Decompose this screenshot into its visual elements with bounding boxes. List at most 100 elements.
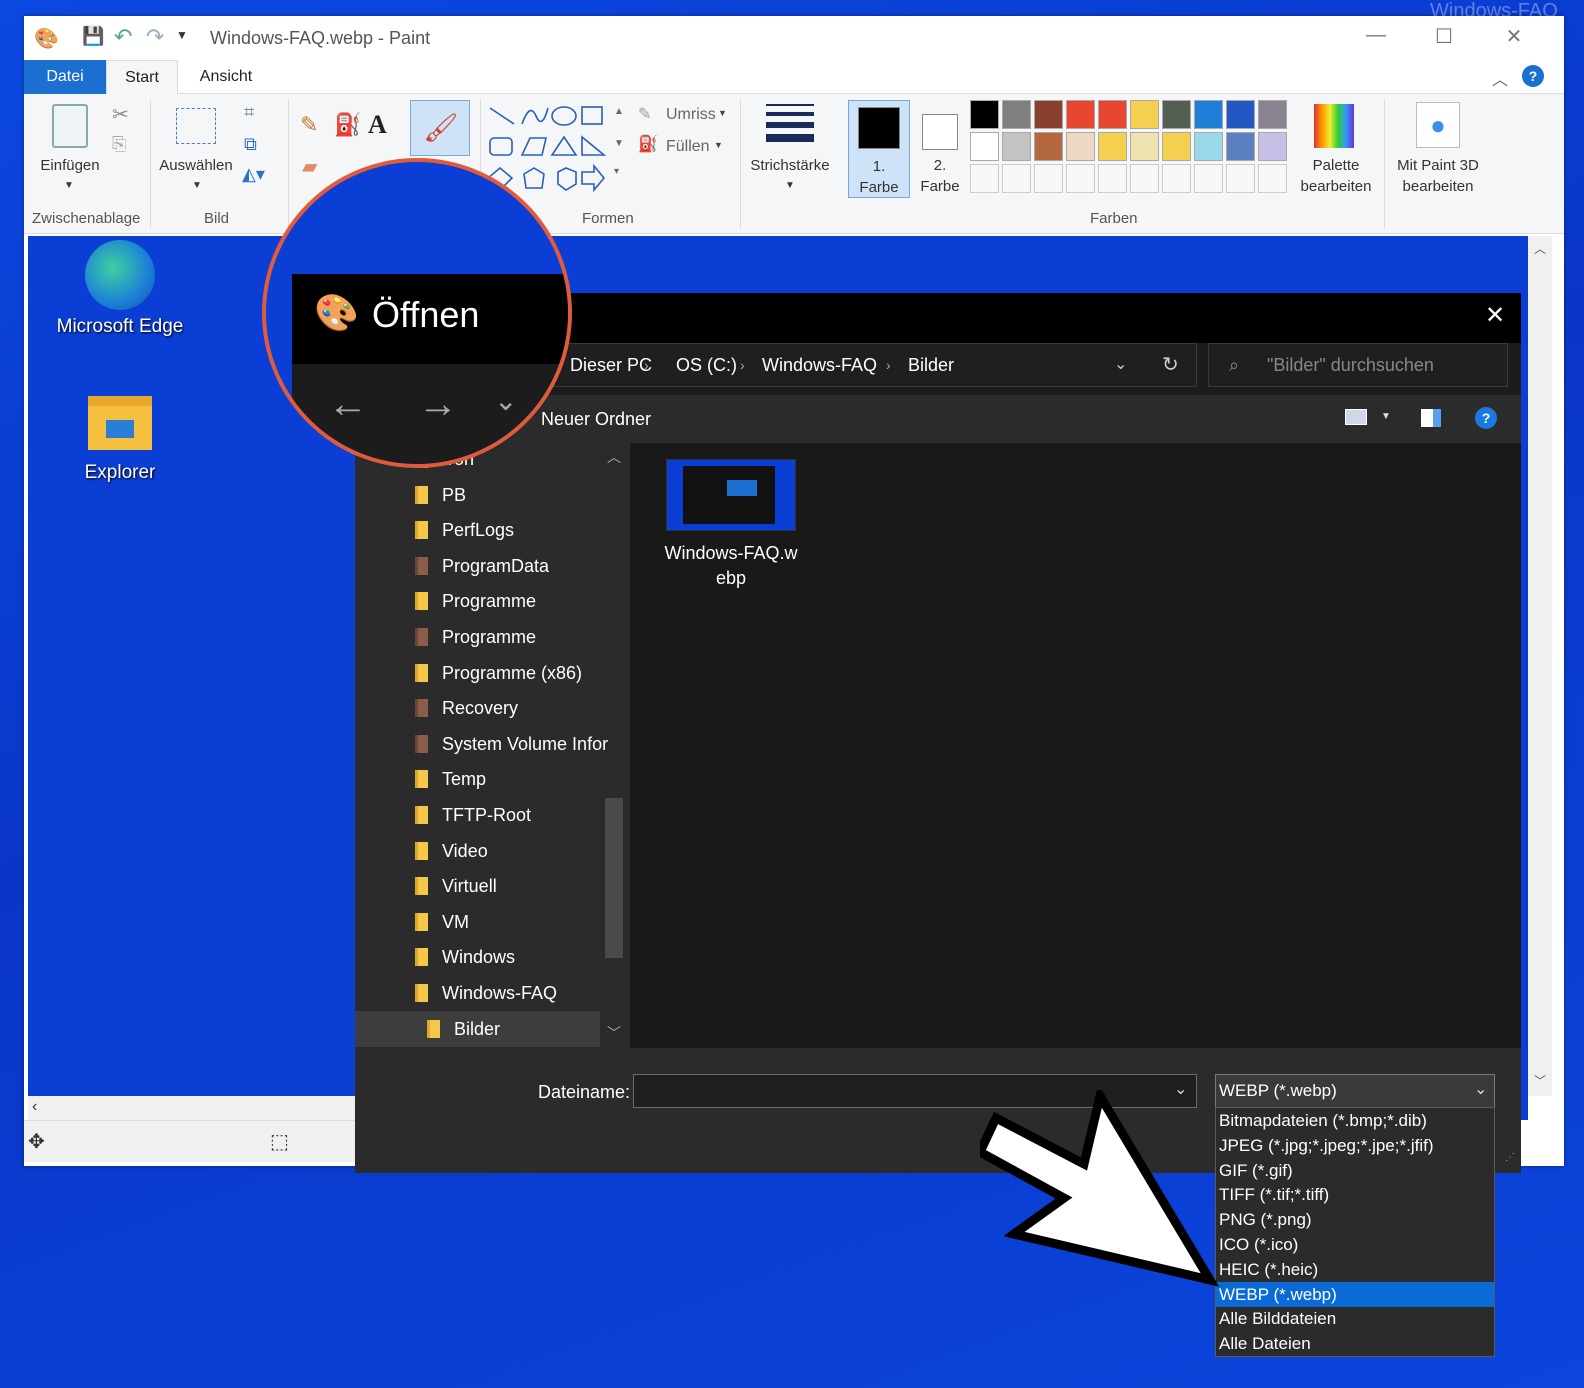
color-swatch[interactable] (1034, 132, 1063, 161)
copy-icon[interactable]: ⎘ (112, 134, 126, 155)
breadcrumb-item[interactable]: Windows-FAQ (762, 344, 877, 386)
scroll-up-icon[interactable]: ︿ (1534, 240, 1546, 257)
nav-item[interactable]: TFTP-Root (415, 797, 615, 833)
chevron-down-icon[interactable]: ▼ (785, 180, 795, 191)
nav-item[interactable]: Bilder (355, 1010, 600, 1047)
filetype-option[interactable]: GIF (*.gif) (1216, 1158, 1494, 1183)
collapse-ribbon-icon[interactable]: ︿ (1492, 66, 1508, 90)
select-button[interactable]: Auswählen (154, 156, 238, 176)
edit-palette-label-a[interactable]: Palette (1294, 156, 1378, 176)
nav-item[interactable]: Recovery (415, 690, 615, 726)
fill-button[interactable]: Füllen (666, 138, 710, 156)
nav-item[interactable]: System Volume Infor (415, 726, 615, 762)
nav-scrollbar-thumb[interactable] (605, 798, 623, 958)
custom-color-slot[interactable] (1194, 164, 1223, 193)
maximize-button[interactable]: ☐ (1424, 24, 1464, 49)
dialog-close-button[interactable]: ✕ (1485, 301, 1505, 330)
vertical-scrollbar[interactable]: ︿ ﹀ (1528, 236, 1552, 1096)
breadcrumb-item[interactable]: Bilder (908, 344, 954, 386)
scroll-up-icon[interactable]: ▲ (614, 106, 624, 117)
desktop-icon-explorer[interactable]: Explorer (30, 396, 210, 484)
color-swatch[interactable] (1258, 100, 1287, 129)
chevron-down-icon[interactable]: ▼ (192, 180, 202, 191)
color-swatch[interactable] (1002, 132, 1031, 161)
scroll-left-icon[interactable]: ‹ (32, 1098, 37, 1116)
custom-color-slot[interactable] (1066, 164, 1095, 193)
color-swatch[interactable] (1098, 100, 1127, 129)
paste-button[interactable]: Einfügen (32, 156, 108, 176)
custom-color-slot[interactable] (1002, 164, 1031, 193)
color-swatch[interactable] (1034, 100, 1063, 129)
address-bar[interactable]: Dieser PC › OS (C:) › Windows-FAQ › Bild… (547, 343, 1197, 387)
select-icon[interactable] (176, 108, 216, 144)
nav-item[interactable]: Video (415, 833, 615, 869)
resize-icon[interactable]: ⧉ (244, 134, 257, 155)
color-swatch[interactable] (970, 132, 999, 161)
cut-icon[interactable]: ✂ (112, 102, 129, 127)
breadcrumb-item[interactable]: Dieser PC (570, 344, 652, 386)
filetype-option[interactable]: WEBP (*.webp) (1216, 1281, 1494, 1307)
pencil-icon[interactable]: ✎ (300, 112, 318, 138)
color-swatch[interactable] (1194, 100, 1223, 129)
desktop-icon-edge[interactable]: Microsoft Edge (30, 240, 210, 338)
filetype-option[interactable]: PNG (*.png) (1216, 1207, 1494, 1232)
chevron-down-icon[interactable]: ⌄ (1474, 1079, 1487, 1099)
refresh-icon[interactable]: ↻ (1162, 344, 1179, 386)
customize-qat-icon[interactable]: ▼ (176, 28, 188, 42)
crop-icon[interactable]: ⌗ (244, 102, 254, 123)
save-icon[interactable]: 💾 (82, 26, 104, 47)
custom-color-slot[interactable] (1258, 164, 1287, 193)
chevron-down-icon[interactable]: ⌄ (494, 384, 517, 417)
rotate-icon[interactable]: ◭▾ (242, 164, 265, 185)
color-swatch[interactable] (1194, 132, 1223, 161)
color-swatch[interactable] (970, 100, 999, 129)
paint3d-label-a[interactable]: Mit Paint 3D (1388, 156, 1488, 176)
nav-item[interactable]: Programme (415, 619, 615, 655)
scroll-down-icon[interactable]: ﹀ (607, 1023, 621, 1043)
filetype-option[interactable]: JPEG (*.jpg;*.jpeg;*.jpe;*.jfif) (1216, 1133, 1494, 1158)
chevron-down-icon[interactable]: ▼ (64, 180, 74, 191)
expand-gallery-icon[interactable]: ▾ (614, 166, 619, 177)
color-swatch[interactable] (1130, 132, 1159, 161)
nav-item[interactable]: PB (415, 477, 615, 513)
minimize-button[interactable]: — (1356, 24, 1396, 47)
tab-file[interactable]: Datei (24, 60, 106, 94)
eraser-icon[interactable]: ▰ (302, 154, 317, 179)
brushes-button[interactable]: 🖌 (410, 100, 470, 156)
undo-icon[interactable]: ↶ (114, 24, 132, 50)
scroll-down-icon[interactable]: ﹀ (1534, 1072, 1546, 1089)
text-tool-icon[interactable]: A (368, 110, 387, 140)
horizontal-scrollbar[interactable]: ‹ (28, 1096, 368, 1120)
filetype-option[interactable]: ICO (*.ico) (1216, 1232, 1494, 1257)
color-swatch[interactable] (1226, 132, 1255, 161)
search-box[interactable]: ⌕ "Bilder" durchsuchen (1208, 343, 1508, 387)
preview-pane-icon[interactable] (1421, 409, 1441, 427)
close-button[interactable]: ✕ (1494, 24, 1534, 49)
redo-icon[interactable]: ↷ (146, 24, 164, 50)
tab-view[interactable]: Ansicht (188, 60, 264, 94)
help-icon[interactable]: ? (1475, 407, 1497, 429)
filetype-option[interactable]: Alle Dateien (1216, 1331, 1494, 1356)
nav-item[interactable]: VM (415, 904, 615, 940)
chevron-down-icon[interactable]: ▼ (714, 140, 723, 150)
custom-color-slot[interactable] (1226, 164, 1255, 193)
stroke-width-button[interactable]: Strichstärke (744, 156, 836, 176)
fill-bucket-icon[interactable]: ⛽ (334, 112, 361, 138)
color-swatch[interactable] (1066, 132, 1095, 161)
color1-button[interactable]: 1. Farbe (848, 100, 910, 198)
color-swatch[interactable] (1002, 100, 1031, 129)
filetype-select[interactable]: WEBP (*.webp) ⌄ (1215, 1074, 1495, 1108)
back-arrow-icon[interactable]: ← (328, 382, 368, 427)
scroll-up-icon[interactable]: ︿ (607, 447, 621, 467)
breadcrumb-item[interactable]: OS (C:) (676, 344, 737, 386)
filetype-option[interactable]: Bitmapdateien (*.bmp;*.dib) (1216, 1108, 1494, 1133)
nav-item[interactable]: Programme (415, 583, 615, 619)
nav-item[interactable]: Virtuell (415, 868, 615, 904)
filetype-option[interactable]: Alle Bilddateien (1216, 1306, 1494, 1331)
nav-item[interactable]: Windows-FAQ (415, 975, 615, 1011)
view-options-icon[interactable] (1345, 409, 1367, 425)
nav-item[interactable]: Windows (415, 939, 615, 975)
chevron-down-icon[interactable]: ⌄ (1114, 344, 1127, 386)
custom-color-slot[interactable] (1162, 164, 1191, 193)
color-swatch[interactable] (1226, 100, 1255, 129)
